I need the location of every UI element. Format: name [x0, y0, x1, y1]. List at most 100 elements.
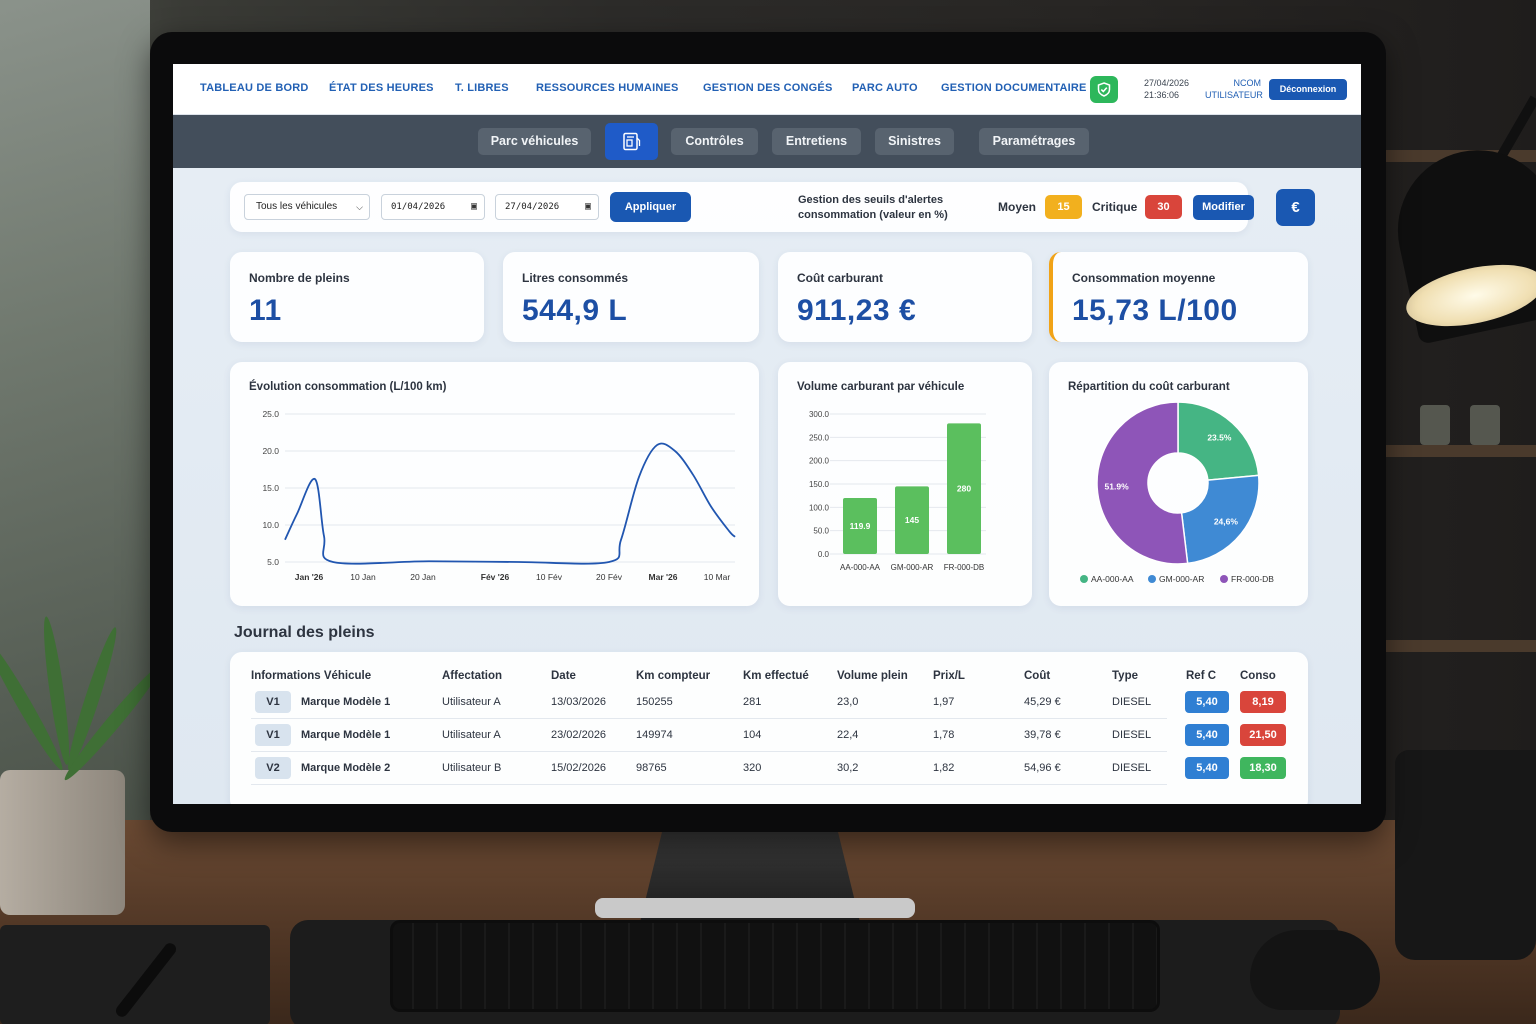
x-tick-label: 20 Fév [596, 572, 623, 582]
y-tick-label: 200.0 [809, 457, 830, 466]
tab-sinistres[interactable]: Sinistres [875, 128, 954, 155]
user-info: NCOM UTILISATEUR [1205, 77, 1263, 101]
column-header: Ref C [1186, 670, 1217, 682]
column-header: Km compteur [636, 670, 711, 682]
ref-consumption-pill: 5,40 [1185, 724, 1229, 746]
assignee: Utilisateur B [442, 762, 502, 774]
vehicle-select[interactable]: Tous les véhicules ⌵ [244, 194, 370, 220]
cost: 54,96 € [1024, 762, 1061, 774]
vehicle-select-value: Tous les véhicules [256, 201, 338, 212]
shelf [1366, 640, 1536, 652]
kpi-title: Nombre de pleins [249, 271, 350, 285]
cost-donut-chart: 23.5% 24,6% 51.9% AA-000-AA GM-000-AR FR-000-… [1080, 401, 1274, 584]
y-tick-label: 100.0 [809, 503, 830, 512]
nav-etat-des-heures[interactable]: ÉTAT DES HEURES [329, 82, 434, 94]
sub-navigation: Parc véhicules Contrôles Entretiens Sini… [173, 115, 1361, 168]
x-tick-label: Mar '26 [649, 572, 678, 582]
tab-parametrages[interactable]: Paramétrages [979, 128, 1089, 155]
calendar-icon[interactable]: ▣ [471, 195, 477, 219]
y-tick-label: 150.0 [809, 480, 830, 489]
monitor-foot [595, 898, 915, 918]
consumption-pill: 18,30 [1240, 757, 1286, 779]
date-to-input[interactable]: 27/04/2026 ▣ [495, 194, 599, 220]
user-name: NCOM [1233, 78, 1262, 88]
y-tick-label: 300.0 [809, 410, 830, 419]
bar-value-label: 280 [957, 484, 971, 494]
apply-button[interactable]: Appliquer [610, 192, 691, 222]
current-time: 21:36:06 [1144, 90, 1180, 100]
nav-gestion-des-conges[interactable]: GESTION DES CONGÉS [703, 82, 833, 94]
kpi-value: 11 [249, 294, 282, 327]
vehicle-model: Marque Modèle 2 [301, 762, 391, 774]
x-tick-label: 20 Jan [410, 572, 436, 582]
price-per-liter: 1,82 [933, 762, 955, 774]
y-tick-label: 50.0 [813, 527, 829, 536]
date-to-value: 27/04/2026 [505, 202, 560, 212]
filter-bar: Tous les véhicules ⌵ 01/04/2026 ▣ 27/04/… [230, 182, 1254, 232]
nav-t-libres[interactable]: T. LIBRES [455, 82, 509, 94]
ref-consumption-pill: 5,40 [1185, 691, 1229, 713]
calendar-icon[interactable]: ▣ [585, 195, 591, 219]
y-tick-label: 5.0 [267, 557, 279, 567]
legend-swatch [1148, 575, 1156, 583]
top-navigation: TABLEAU DE BORD ÉTAT DES HEURES T. LIBRE… [173, 64, 1361, 115]
kpi-card-fuel-cost: Coût carburant 911,23 € [778, 252, 1032, 342]
kpi-card-avg-consumption: Consommation moyenne 15,73 L/100 [1049, 252, 1308, 342]
medium-threshold-badge: 15 [1045, 195, 1082, 219]
column-header: Conso [1240, 670, 1276, 682]
consumption-series-line [284, 442, 736, 565]
x-tick-label: 10 Jan [350, 572, 376, 582]
logout-button[interactable]: Déconnexion [1269, 79, 1347, 100]
y-tick-label: 15.0 [262, 483, 279, 493]
column-header: Date [551, 670, 576, 682]
tab-controles[interactable]: Contrôles [671, 128, 758, 155]
status-ok-button[interactable] [1090, 76, 1118, 103]
nav-gestion-documentaire[interactable]: GESTION DOCUMENTAIRE [941, 82, 1087, 94]
odometer: 150255 [636, 696, 673, 708]
refuel-date: 13/03/2026 [551, 696, 607, 708]
kpi-card-liters: Litres consommés 544,9 L [503, 252, 759, 342]
currency-button[interactable]: € [1276, 189, 1315, 226]
kpi-title: Consommation moyenne [1072, 271, 1216, 285]
nav-ressources-humaines[interactable]: RESSOURCES HUMAINES [536, 82, 679, 94]
kpi-value: 15,73 L/100 [1072, 294, 1238, 327]
x-tick-label: 10 Fév [536, 572, 563, 582]
consumption-pill: 8,19 [1240, 691, 1286, 713]
tab-parc-vehicules[interactable]: Parc véhicules [478, 128, 591, 155]
tab-carburant[interactable] [605, 123, 658, 160]
date-time: 27/04/2026 21:36:06 [1144, 77, 1189, 101]
table-row[interactable]: V1 Marque Modèle 1 Utilisateur A 23/02/2… [251, 719, 1167, 752]
y-tick-label: 0.0 [818, 550, 830, 559]
y-tick-label: 250.0 [809, 433, 830, 442]
x-tick-label: Jan '26 [295, 572, 324, 582]
x-tick-label: AA-000-AA [840, 563, 881, 572]
modify-thresholds-button[interactable]: Modifier [1193, 195, 1254, 220]
nav-parc-auto[interactable]: PARC AUTO [852, 82, 918, 94]
legend-label: GM-000-AR [1159, 574, 1204, 584]
threshold-label: Gestion des seuils d'alertes consommatio… [798, 194, 948, 221]
medium-label: Moyen [998, 200, 1037, 214]
nav-tableau-de-bord[interactable]: TABLEAU DE BORD [200, 82, 309, 94]
date-from-input[interactable]: 01/04/2026 ▣ [381, 194, 485, 220]
volume-chart-card: Volume carburant par véhicule 300.0 250.0… [778, 362, 1032, 606]
legend-label: AA-000-AA [1091, 574, 1134, 584]
column-header: Informations Véhicule [251, 670, 372, 682]
date-from-value: 01/04/2026 [391, 202, 446, 212]
x-tick-label: FR-000-DB [944, 563, 984, 572]
refuel-date: 15/02/2026 [551, 762, 607, 774]
fill-volume: 30,2 [837, 762, 859, 774]
column-header: Km effectué [743, 670, 809, 682]
kpi-card-refuels: Nombre de pleins 11 [230, 252, 484, 342]
tab-entretiens[interactable]: Entretiens [772, 128, 861, 155]
consumption-line-chart: 25.0 20.0 15.0 10.0 5.0 Jan '26 10 Jan 20 Jan Fé… [262, 409, 736, 582]
refuel-date: 23/02/2026 [551, 729, 607, 741]
y-tick-label: 10.0 [262, 520, 279, 530]
notebook [0, 925, 270, 1024]
x-tick-label: GM-000-AR [891, 563, 934, 572]
table-row[interactable]: V2 Marque Modèle 2 Utilisateur B 15/02/2… [251, 752, 1167, 785]
consumption-chart-card: Évolution consommation (L/100 km) 25.0 20… [230, 362, 759, 606]
x-tick-label: Fév '26 [481, 572, 510, 582]
odometer: 98765 [636, 762, 667, 774]
table-row[interactable]: V1 Marque Modèle 1 Utilisateur A 13/03/2… [251, 686, 1167, 719]
keyboard [390, 920, 1160, 1012]
